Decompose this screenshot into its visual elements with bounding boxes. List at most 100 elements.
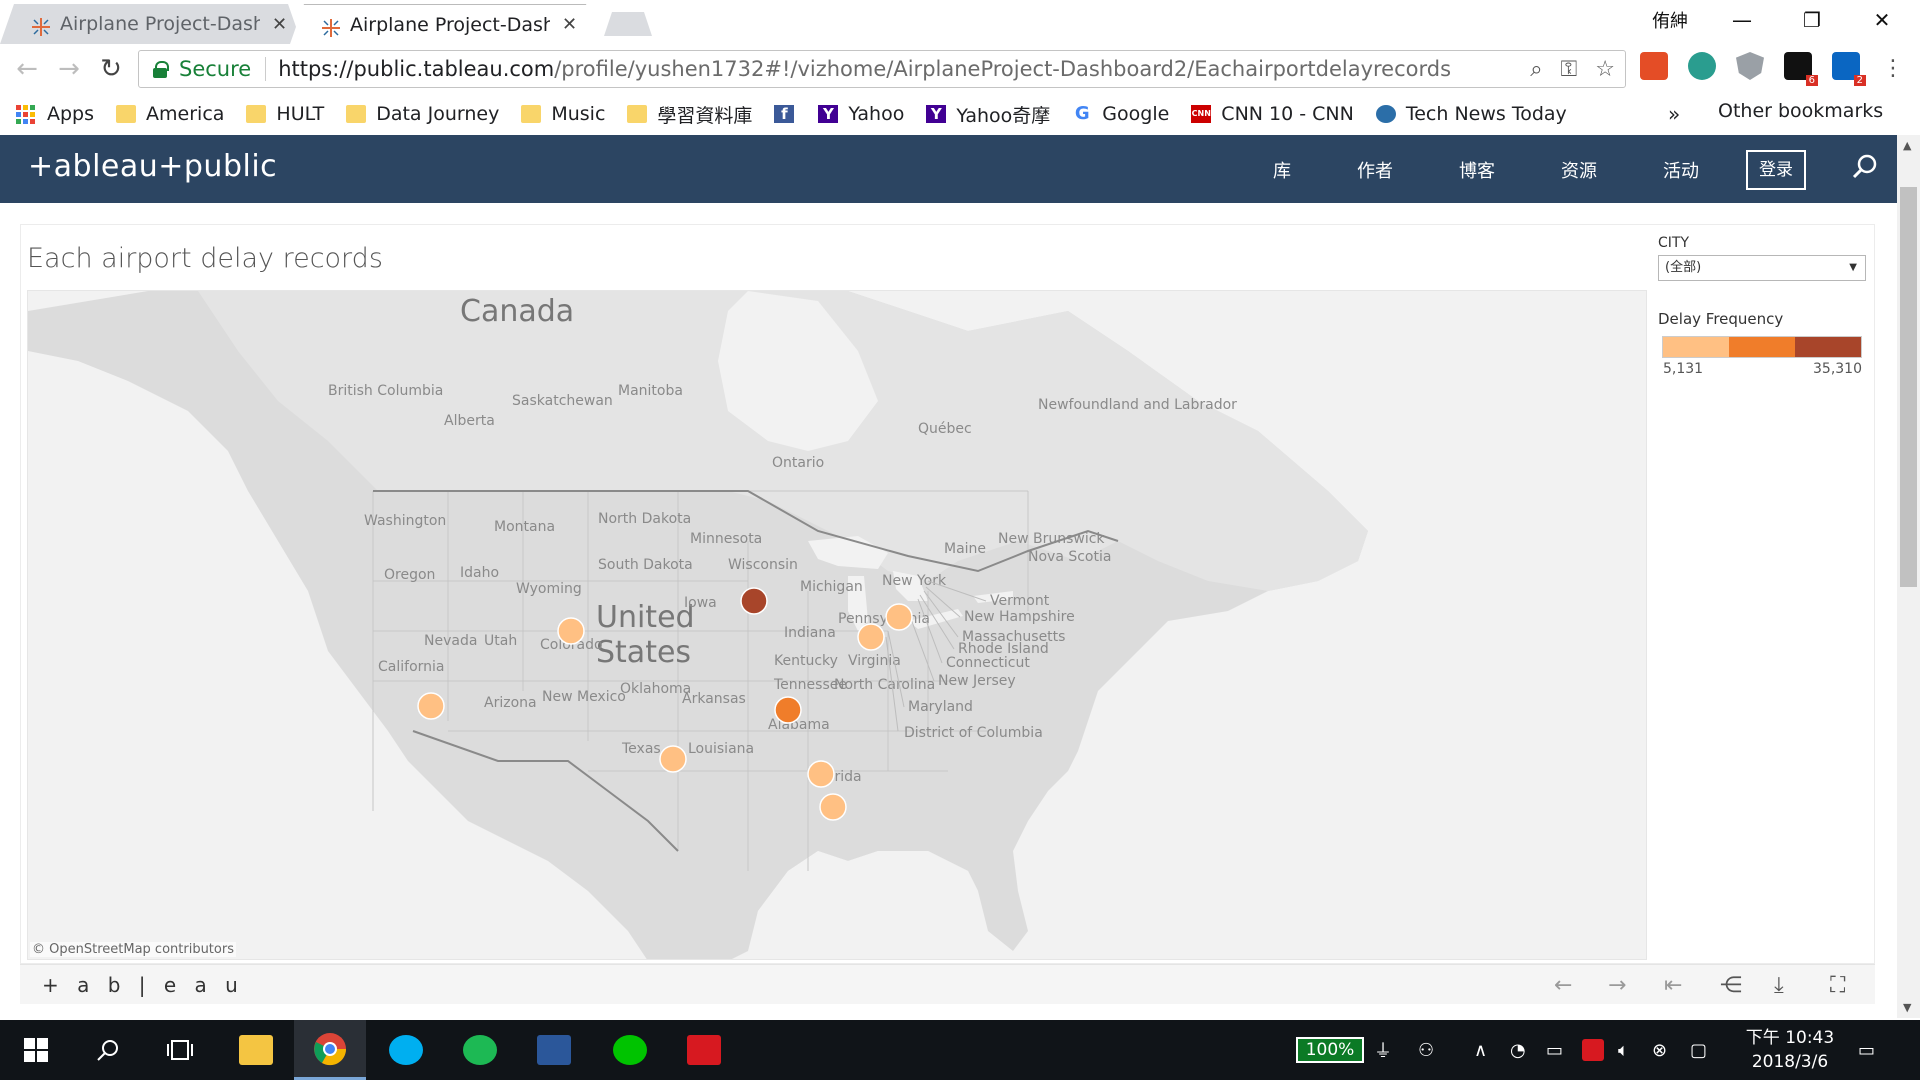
- airport-marker[interactable]: [557, 617, 585, 645]
- amazon-extension-icon[interactable]: 6: [1784, 52, 1818, 86]
- wifi-icon[interactable]: ◔: [1510, 1020, 1526, 1080]
- linkedin-extension-icon[interactable]: 2: [1832, 52, 1866, 86]
- airport-marker[interactable]: [417, 692, 445, 720]
- reload-icon[interactable]: ↻: [94, 52, 128, 86]
- windows-start-icon[interactable]: [0, 1020, 72, 1080]
- lock-icon: [153, 61, 169, 78]
- close-tab-icon[interactable]: ✕: [562, 14, 577, 35]
- search-icon[interactable]: [72, 1020, 144, 1080]
- page-scrollbar[interactable]: ▲ ▼: [1897, 135, 1920, 1018]
- bookmark-music[interactable]: Music: [521, 103, 605, 125]
- file-explorer-icon[interactable]: [220, 1020, 292, 1080]
- undo-icon[interactable]: ←: [1554, 973, 1572, 998]
- bookmark-label: Data Journey: [376, 103, 500, 125]
- tableau-footer-logo[interactable]: + a b | e a u: [42, 973, 244, 997]
- airport-marker[interactable]: [857, 623, 885, 651]
- bookmark-cnn[interactable]: CNN CNN 10 - CNN: [1191, 103, 1354, 125]
- bookmark-yahoo[interactable]: Y Yahoo: [818, 103, 904, 125]
- chrome-taskbar-icon[interactable]: [294, 1020, 366, 1080]
- bookmark-hult[interactable]: HULT: [246, 103, 324, 125]
- close-window-icon[interactable]: ✕: [1852, 0, 1912, 40]
- bookmark-america[interactable]: America: [116, 103, 224, 125]
- people-icon[interactable]: ⚇: [1418, 1020, 1434, 1080]
- bookmark-tech-news[interactable]: Tech News Today: [1375, 103, 1567, 125]
- airport-marker[interactable]: [885, 603, 913, 631]
- chrome-menu-icon[interactable]: ⋮: [1876, 52, 1910, 86]
- task-view-icon[interactable]: [144, 1020, 216, 1080]
- download-icon[interactable]: ⤓: [1774, 973, 1784, 998]
- battery-icon[interactable]: ▭: [1546, 1020, 1563, 1080]
- acrobat-icon[interactable]: [668, 1020, 740, 1080]
- spotify-icon[interactable]: [444, 1020, 516, 1080]
- airport-marker[interactable]: [774, 696, 802, 724]
- shield-extension-icon[interactable]: [1736, 52, 1764, 80]
- minimize-window-icon[interactable]: —: [1712, 0, 1772, 40]
- input-method-icon[interactable]: ▢: [1690, 1020, 1707, 1080]
- tableau-public-logo[interactable]: +ableau+public: [28, 149, 277, 184]
- close-tab-icon[interactable]: ✕: [272, 14, 287, 35]
- grammarly-extension-icon[interactable]: [1688, 52, 1716, 80]
- share-icon[interactable]: ⋲: [1720, 973, 1742, 998]
- map-attribution[interactable]: © OpenStreetMap contributors: [30, 942, 236, 957]
- profile-name[interactable]: 侑紳: [1640, 0, 1700, 40]
- redo-icon[interactable]: →: [1608, 973, 1626, 998]
- cnn-icon: CNN: [1191, 105, 1212, 123]
- word-icon[interactable]: [518, 1020, 590, 1080]
- city-filter-dropdown[interactable]: (全部) ▼: [1658, 255, 1866, 281]
- airport-marker[interactable]: [659, 745, 687, 773]
- bookmark-google[interactable]: G Google: [1072, 103, 1169, 125]
- url-text[interactable]: https://public.tableau.com/profile/yushe…: [278, 57, 1451, 81]
- scrollbar-thumb[interactable]: [1900, 187, 1917, 587]
- revert-icon[interactable]: ⇤: [1664, 973, 1682, 998]
- nav-blog[interactable]: 博客: [1459, 157, 1495, 183]
- notification-icon[interactable]: ▭: [1858, 1020, 1875, 1080]
- bookmark-learning[interactable]: 學習資料庫: [627, 101, 752, 128]
- label-arizona: Arizona: [484, 695, 537, 711]
- label-california: California: [378, 659, 444, 675]
- airport-marker[interactable]: [807, 760, 835, 788]
- forward-arrow-icon[interactable]: →: [52, 52, 86, 86]
- more-bookmarks-chevron[interactable]: »: [1668, 102, 1680, 126]
- airport-marker[interactable]: [740, 587, 768, 615]
- map-canvas: Canada United States British Columbia Al…: [28, 291, 1646, 959]
- bookmark-data-journey[interactable]: Data Journey: [346, 103, 499, 125]
- power-plug-icon[interactable]: ⏚: [1374, 1020, 1392, 1080]
- nav-library[interactable]: 库: [1273, 157, 1291, 183]
- search-icon[interactable]: [1852, 153, 1878, 179]
- label-new-hampshire: New Hampshire: [964, 609, 1075, 625]
- volume-icon[interactable]: 🔈︎: [1618, 1020, 1629, 1080]
- antivirus-icon[interactable]: [1582, 1020, 1604, 1080]
- airport-marker[interactable]: [819, 793, 847, 821]
- other-bookmarks[interactable]: Other bookmarks: [1718, 100, 1883, 122]
- browser-tab[interactable]: Airplane Project-Dashb ✕: [0, 4, 302, 44]
- airport-delay-map[interactable]: Canada United States British Columbia Al…: [27, 290, 1647, 960]
- system-clock[interactable]: 下午 10:43 2018/3/6: [1740, 1026, 1840, 1074]
- bookmark-star-icon[interactable]: ☆: [1595, 57, 1615, 82]
- bookmark-facebook[interactable]: f: [774, 105, 804, 123]
- bookmark-apps[interactable]: Apps: [16, 103, 94, 125]
- html5-extension-icon[interactable]: [1640, 52, 1668, 80]
- city-filter-label: CITY: [1658, 235, 1690, 251]
- nav-events[interactable]: 活动: [1663, 157, 1699, 183]
- scroll-down-arrow-icon[interactable]: ▼: [1903, 1001, 1911, 1014]
- login-button[interactable]: 登录: [1746, 150, 1806, 190]
- nav-authors[interactable]: 作者: [1357, 157, 1393, 183]
- fullscreen-icon[interactable]: ⛶: [1830, 973, 1845, 998]
- error-status-icon[interactable]: ⊗: [1652, 1020, 1667, 1080]
- show-hidden-icons-chevron[interactable]: ∧: [1474, 1020, 1487, 1080]
- battery-indicator[interactable]: 100%: [1296, 1037, 1364, 1063]
- key-icon[interactable]: ⚿: [1561, 57, 1578, 82]
- restore-window-icon[interactable]: ❐: [1782, 0, 1842, 40]
- label-south-dakota: South Dakota: [598, 557, 693, 573]
- back-arrow-icon[interactable]: ←: [10, 52, 44, 86]
- address-bar[interactable]: Secure https://public.tableau.com/profil…: [138, 50, 1626, 88]
- nav-resources[interactable]: 资源: [1561, 157, 1597, 183]
- label-quebec: Québec: [918, 421, 972, 437]
- line-icon[interactable]: [594, 1020, 666, 1080]
- new-tab-button[interactable]: [604, 12, 652, 36]
- bookmark-yahoo-kimo[interactable]: Y Yahoo奇摩: [926, 101, 1050, 128]
- zoom-search-icon[interactable]: ⌕: [1530, 57, 1542, 82]
- scroll-up-arrow-icon[interactable]: ▲: [1903, 139, 1911, 152]
- browser-tab-active[interactable]: Airplane Project-Dashb ✕: [290, 4, 600, 44]
- skype-icon[interactable]: [370, 1020, 442, 1080]
